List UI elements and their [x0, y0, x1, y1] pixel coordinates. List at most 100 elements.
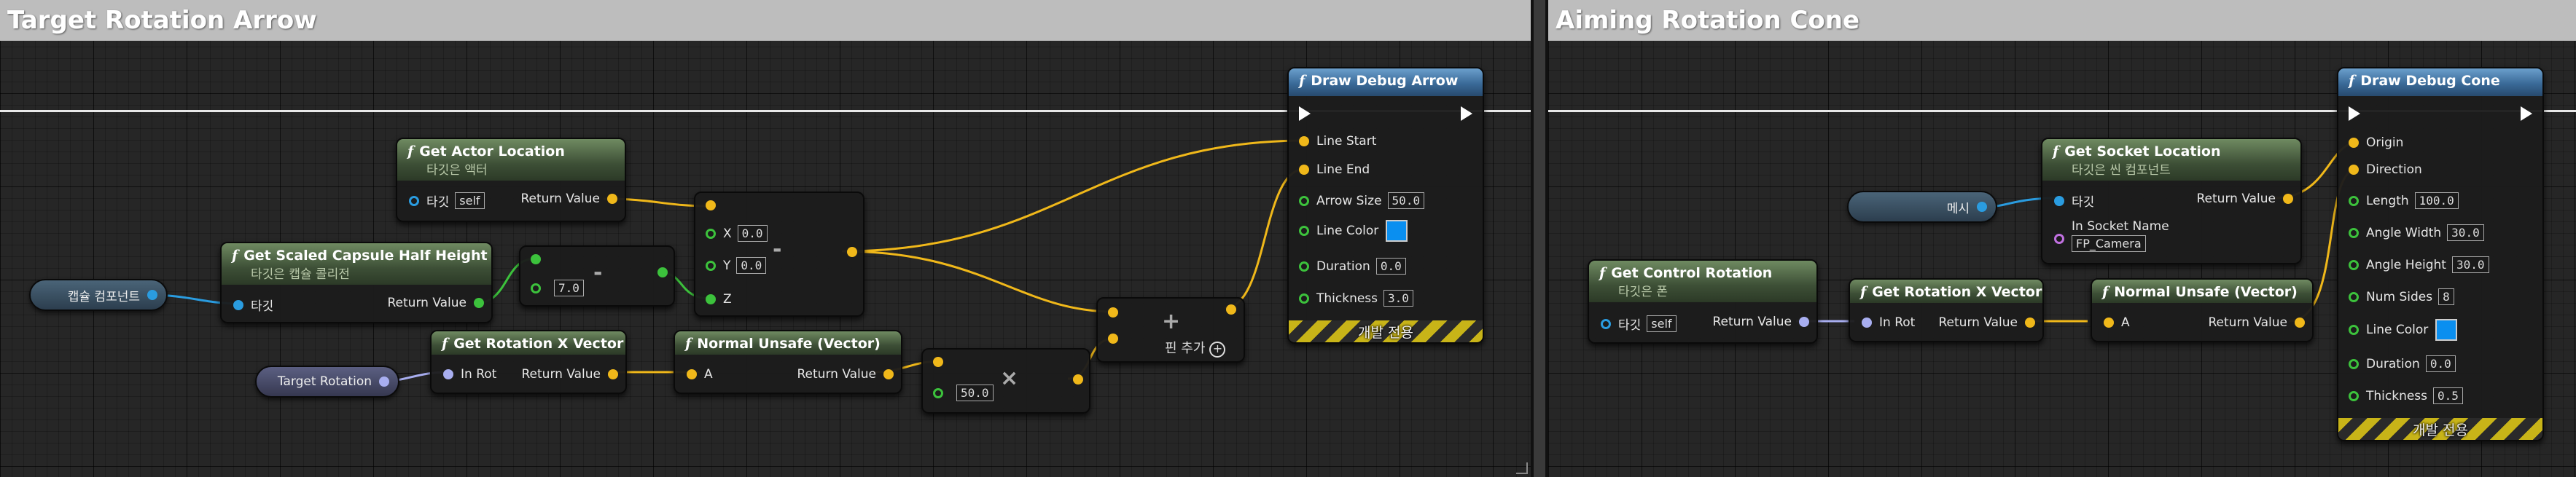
direction-pin-row[interactable]: Direction: [2349, 162, 2422, 177]
rotator-output-pin[interactable]: [379, 377, 389, 387]
object-output-pin[interactable]: [147, 290, 157, 300]
vector-output-pin[interactable]: [1226, 304, 1236, 315]
vector-input-pin[interactable]: [933, 357, 943, 367]
draw-debug-arrow-node[interactable]: f Draw Debug Arrow Line Start Line End Ar…: [1287, 67, 1484, 344]
node-header[interactable]: f Draw Debug Arrow: [1289, 68, 1483, 96]
a-pin-row[interactable]: A: [687, 367, 713, 382]
node-header[interactable]: f Get Rotation X Vector: [1850, 280, 2042, 303]
float-input-pin[interactable]: [2349, 358, 2359, 369]
get-socket-location-node[interactable]: f Get Socket Location 타깃은 씬 컴포넌트 타깃 Retur…: [2041, 138, 2302, 264]
float-input-pin[interactable]: [706, 294, 716, 304]
float-input-pin[interactable]: [706, 228, 716, 239]
line-start-pin-row[interactable]: Line Start: [1299, 134, 1376, 149]
result-pin-row[interactable]: [1226, 304, 1236, 315]
duration-pin-row[interactable]: Duration 0.0: [2349, 355, 2456, 372]
get-rotation-x-vector-node[interactable]: f Get Rotation X Vector In Rot Return Val…: [430, 330, 627, 394]
num-sides-pin-row[interactable]: Num Sides 8: [2349, 288, 2454, 305]
return-pin-row[interactable]: Return Value: [388, 296, 484, 310]
target-rotation-variable[interactable]: Target Rotation: [255, 366, 399, 398]
thickness-value[interactable]: 0.5: [2433, 387, 2463, 404]
b-pin-row[interactable]: [1108, 334, 1125, 344]
line-color-swatch[interactable]: [2435, 319, 2458, 341]
node-header[interactable]: f Get Control Rotation 타깃은 폰: [1589, 261, 1816, 302]
float-input-pin[interactable]: [1299, 293, 1309, 304]
angle-height-pin-row[interactable]: Angle Height 30.0: [2349, 256, 2489, 273]
duration-value[interactable]: 0.0: [2425, 355, 2456, 372]
node-header[interactable]: f Get Socket Location 타깃은 씬 컴포넌트: [2042, 139, 2300, 181]
rotator-input-pin[interactable]: [443, 369, 453, 379]
vector-output-pin[interactable]: [847, 247, 857, 257]
add-node[interactable]: + 핀 추가 +: [1096, 297, 1245, 363]
socket-name-pin-row[interactable]: In Socket Name FP_Camera: [2054, 219, 2169, 252]
a-pin-row[interactable]: A: [2104, 315, 2130, 330]
line-end-pin-row[interactable]: Line End: [1299, 162, 1370, 177]
arrow-size-value[interactable]: 50.0: [1387, 192, 1425, 209]
subtract-value[interactable]: 7.0: [554, 280, 584, 296]
length-pin-row[interactable]: Length 100.0: [2349, 192, 2459, 209]
exec-output-pin[interactable]: [2521, 106, 2532, 121]
blueprint-graph-right[interactable]: Aiming Rotation Cone 메시 f Get Socket Loca…: [1548, 0, 2576, 477]
get-rotation-x-vector-node[interactable]: f Get Rotation X Vector In Rot Return Val…: [1849, 278, 2044, 342]
node-header[interactable]: f Normal Unsafe (Vector): [675, 331, 901, 355]
target-pin-row[interactable]: 타깃 self: [1601, 315, 1677, 333]
vector-output-pin[interactable]: [2295, 318, 2305, 328]
return-pin-row[interactable]: Return Value: [797, 367, 894, 382]
get-control-rotation-node[interactable]: f Get Control Rotation 타깃은 폰 타깃 self Retu…: [1588, 259, 1818, 344]
b-pin-row[interactable]: 7.0: [531, 280, 584, 296]
add-pin-button[interactable]: 핀 추가 +: [1165, 338, 1226, 358]
vector-input-pin[interactable]: [2104, 318, 2114, 328]
object-input-pin[interactable]: [233, 299, 243, 310]
vector-input-pin[interactable]: [2349, 138, 2359, 148]
float-input-pin[interactable]: [531, 254, 541, 264]
float-output-pin[interactable]: [657, 267, 668, 277]
node-header[interactable]: f Get Actor Location 타깃은 액터: [397, 139, 625, 181]
float-input-pin[interactable]: [1299, 261, 1309, 272]
subtract-node[interactable]: 7.0 -: [519, 245, 675, 307]
vector-input-pin[interactable]: [1299, 165, 1309, 175]
return-pin-row[interactable]: Return Value: [1939, 315, 2035, 330]
exec-input-pin[interactable]: [2349, 106, 2360, 121]
vector-input-pin[interactable]: [1108, 307, 1118, 318]
vector-output-pin[interactable]: [608, 369, 618, 379]
in-rot-pin-row[interactable]: In Rot: [443, 367, 496, 382]
rotator-output-pin[interactable]: [1799, 317, 1809, 327]
vector-input-pin[interactable]: [687, 369, 697, 379]
color-input-pin[interactable]: [1299, 226, 1309, 236]
angle-width-pin-row[interactable]: Angle Width 30.0: [2349, 224, 2484, 241]
vector-input-row[interactable]: [706, 200, 723, 210]
get-scaled-capsule-half-height-node[interactable]: f Get Scaled Capsule Half Height 타깃은 캡슐 콜…: [220, 242, 493, 323]
object-input-pin[interactable]: [2054, 195, 2064, 206]
length-value[interactable]: 100.0: [2414, 192, 2459, 209]
vector-input-pin[interactable]: [706, 200, 716, 210]
node-header[interactable]: f Get Scaled Capsule Half Height 타깃은 캡슐 콜…: [222, 243, 491, 285]
thickness-pin-row[interactable]: Thickness 3.0: [1299, 290, 1413, 307]
multiply-node[interactable]: 50.0 ×: [921, 348, 1090, 414]
x-value[interactable]: 0.0: [737, 225, 768, 242]
float-input-pin[interactable]: [531, 283, 541, 293]
a-pin-row[interactable]: [531, 254, 548, 264]
get-actor-location-node[interactable]: f Get Actor Location 타깃은 액터 타깃 self Retur…: [396, 138, 626, 222]
angle-height-value[interactable]: 30.0: [2451, 256, 2489, 273]
b-pin-row[interactable]: 50.0: [933, 385, 994, 401]
node-header[interactable]: f Normal Unsafe (Vector): [2092, 280, 2312, 303]
color-input-pin[interactable]: [2349, 325, 2359, 335]
socket-name-value[interactable]: FP_Camera: [2072, 235, 2146, 252]
return-pin-row[interactable]: Return Value: [522, 367, 618, 382]
a-pin-row[interactable]: [933, 357, 951, 367]
object-input-pin[interactable]: [409, 195, 419, 206]
duration-pin-row[interactable]: Duration 0.0: [1299, 258, 1406, 275]
duration-value[interactable]: 0.0: [1375, 258, 1406, 275]
mesh-variable[interactable]: 메시: [1847, 191, 1997, 223]
return-pin-row[interactable]: Return Value: [521, 192, 617, 206]
thickness-pin-row[interactable]: Thickness 0.5: [2349, 387, 2463, 404]
result-pin-row[interactable]: [657, 267, 668, 277]
float-input-pin[interactable]: [1299, 195, 1309, 206]
vector-input-pin[interactable]: [1299, 136, 1309, 146]
int-input-pin[interactable]: [2349, 291, 2359, 302]
vector-input-pin[interactable]: [2349, 165, 2359, 175]
draw-debug-cone-node[interactable]: f Draw Debug Cone Origin Direction Length…: [2337, 67, 2544, 441]
origin-pin-row[interactable]: Origin: [2349, 135, 2403, 150]
vector-output-pin[interactable]: [883, 369, 894, 379]
object-input-pin[interactable]: [1601, 318, 1611, 329]
z-pin-row[interactable]: Z: [706, 292, 732, 307]
